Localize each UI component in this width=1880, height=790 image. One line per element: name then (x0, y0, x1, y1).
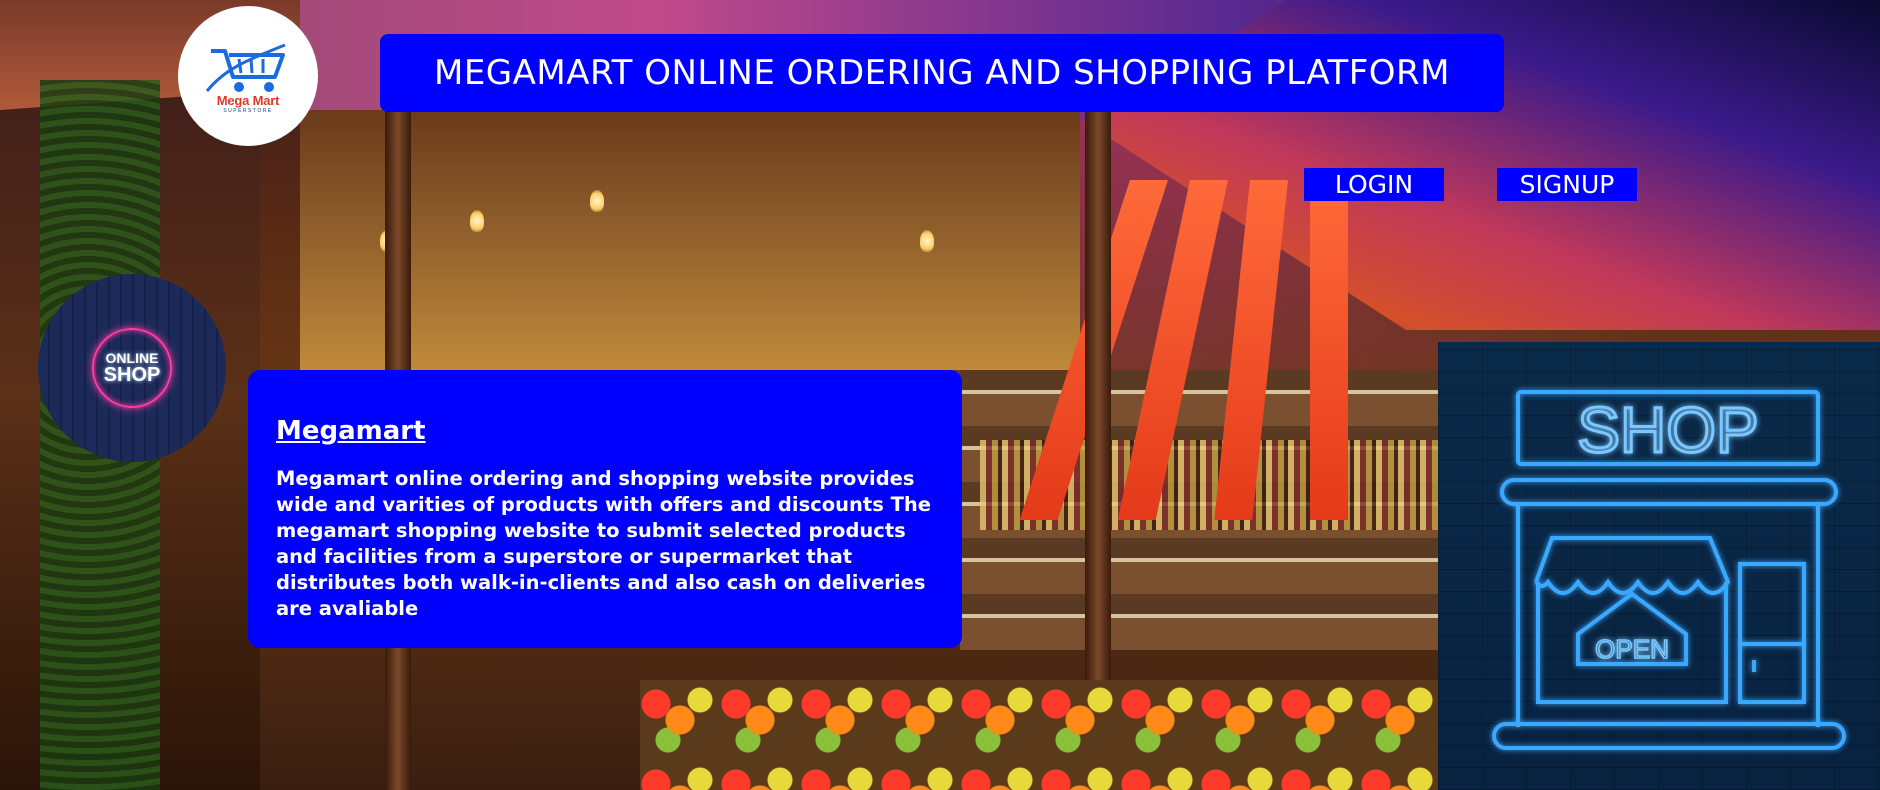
shopping-cart-icon (205, 43, 286, 92)
shop-sign-text: SHOP (1577, 394, 1758, 466)
open-sign-text: OPEN (1595, 634, 1669, 664)
neon-ring-icon: ONLINE SHOP (92, 328, 172, 408)
megamart-logo[interactable]: Mega Mart SUPERSTORE (178, 6, 318, 146)
info-description: Megamart online ordering and shopping we… (276, 467, 932, 620)
login-button[interactable]: LOGIN (1304, 168, 1444, 201)
neon-shop-sign: SHOP OPEN (1438, 342, 1880, 790)
badge-line-2: SHOP (103, 364, 161, 386)
store-ceiling (300, 110, 1080, 370)
info-heading: Megamart (276, 416, 426, 446)
signup-button[interactable]: SIGNUP (1497, 168, 1637, 201)
lamp (920, 230, 934, 252)
page-title-banner: MEGAMART ONLINE ORDERING AND SHOPPING PL… (380, 34, 1504, 112)
online-shop-badge: ONLINE SHOP (38, 274, 226, 462)
storefront-neon-icon: SHOP OPEN (1492, 390, 1846, 750)
logo-name: Mega Mart (216, 92, 280, 108)
info-card: Megamart Megamart online ordering and sh… (248, 370, 962, 648)
logo-tagline: SUPERSTORE (223, 107, 273, 114)
awning-stripe (1310, 180, 1348, 520)
lamp (470, 210, 484, 232)
badge-line-1: ONLINE (105, 350, 159, 366)
lamp (590, 190, 604, 212)
page-title: MEGAMART ONLINE ORDERING AND SHOPPING PL… (433, 53, 1451, 93)
fruit-display (640, 680, 1440, 790)
